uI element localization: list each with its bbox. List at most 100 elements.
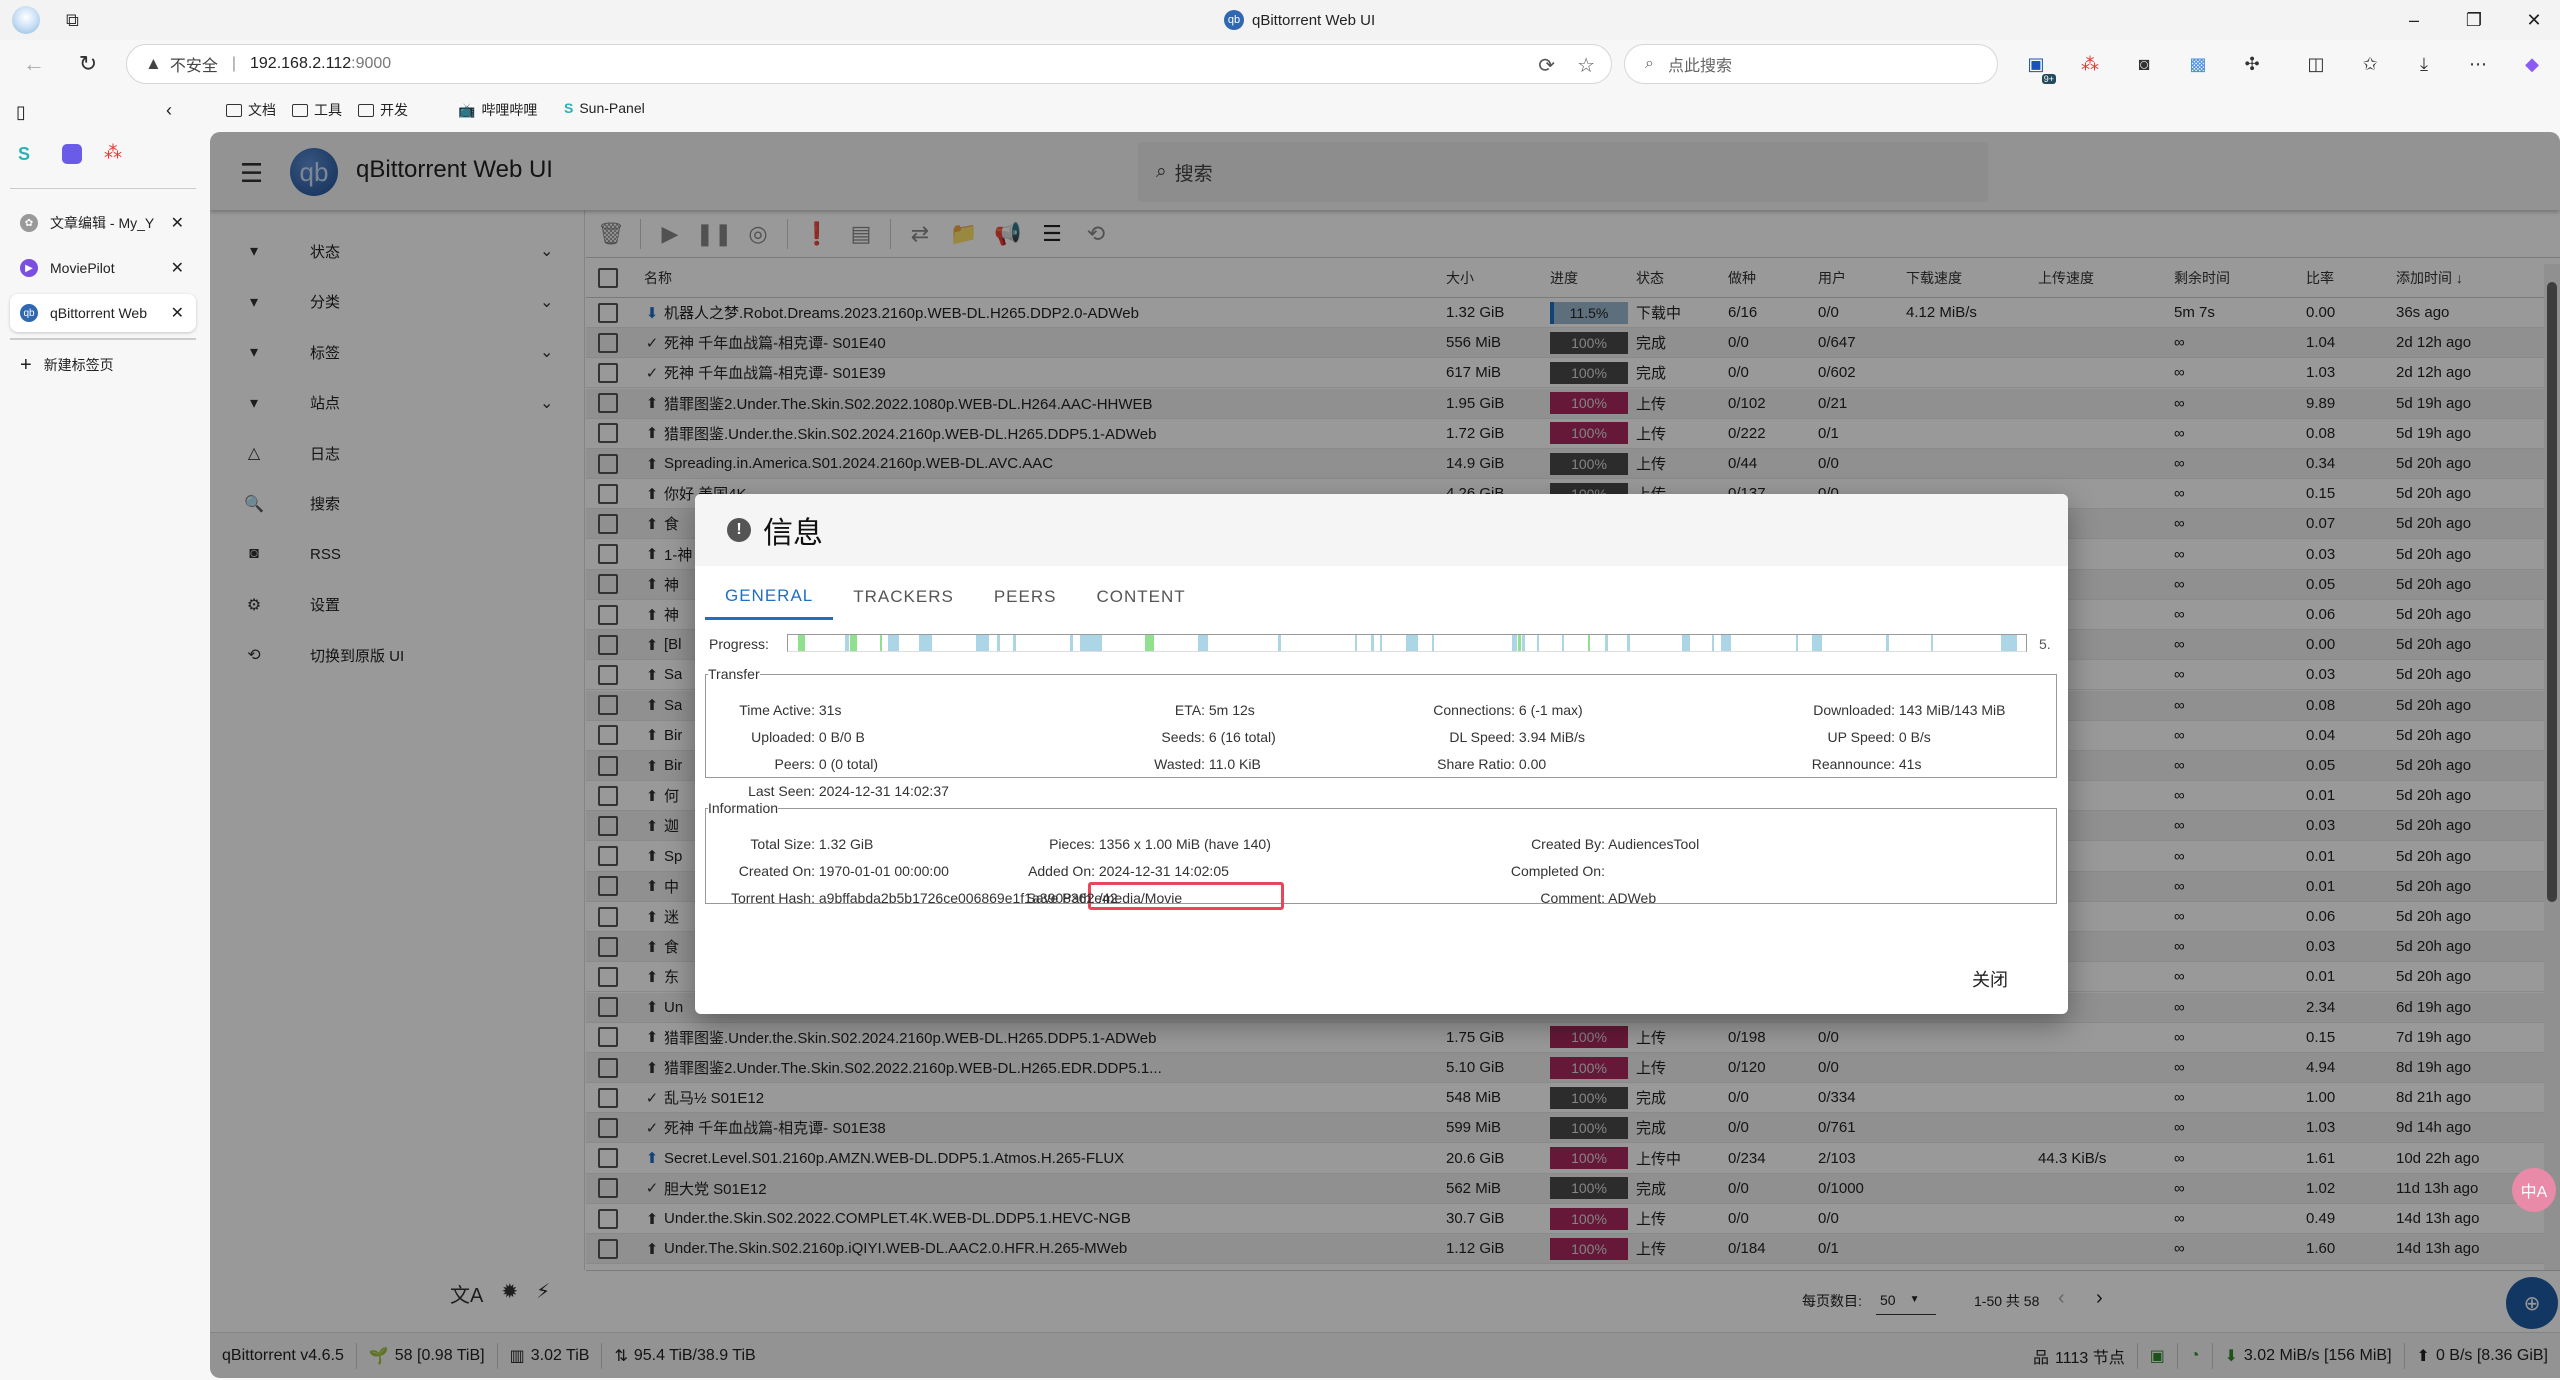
bookmark-label: 文档 <box>248 102 276 118</box>
collapse-sidebar-icon[interactable]: ‹ <box>166 100 172 121</box>
favorites-icon[interactable]: ✩ <box>2356 50 2384 78</box>
transfer-field: Time Active: 31s <box>715 702 841 718</box>
close-window-button[interactable]: ✕ <box>2514 6 2554 34</box>
refresh-button[interactable]: ↻ <box>72 48 104 80</box>
bookmark-bilibili[interactable]: 📺 哔哩哔哩 <box>458 100 537 120</box>
dialog-close-button[interactable]: 关闭 <box>1972 966 2008 992</box>
moviepilot-favicon-icon: ▶ <box>20 259 38 277</box>
tab-general[interactable]: GENERAL <box>705 574 834 620</box>
new-tab-button[interactable]: + 新建标签页 <box>10 346 196 384</box>
tab-label: 文章编辑 - My_Y <box>50 215 155 231</box>
bookmark-sunpanel[interactable]: S Sun-Panel <box>564 100 645 116</box>
extensions-puzzle-icon[interactable]: ✣ <box>2238 50 2266 78</box>
folder-icon <box>358 103 374 117</box>
window-title: qb qBittorrent Web UI <box>1224 10 1375 30</box>
bookmarks-bar: 文档 工具 开发 📺 哔哩哔哩 S Sun-Panel <box>208 88 2560 132</box>
pinned-sunpanel-icon[interactable]: S <box>18 144 30 165</box>
piece-segment <box>1278 635 1281 651</box>
extension-molecule-icon[interactable]: ⁂ <box>2076 50 2104 78</box>
field-label: Seeds: <box>1161 729 1205 745</box>
piece-segment <box>1721 635 1732 651</box>
browser-tab-article[interactable]: ✿ 文章编辑 - My_Y ✕ <box>10 204 196 242</box>
piece-segment <box>1144 635 1155 651</box>
pinned-molecule-icon[interactable]: ⁂ <box>104 142 122 163</box>
bilibili-icon: 📺 <box>458 101 476 118</box>
information-field: Created By: AudiencesTool <box>1435 836 1699 852</box>
field-label: Save Path: <box>1026 890 1096 906</box>
field-value: 2024-12-31 14:02:05 <box>1098 863 1229 879</box>
minimize-button[interactable]: – <box>2394 6 2434 34</box>
bookmark-tools[interactable]: 工具 <box>292 100 342 120</box>
piece-segment <box>1431 635 1435 651</box>
transfer-field: Downloaded: 143 MiB/143 MiB <box>1695 702 2005 718</box>
torrent-info-dialog: ! 信息 GENERAL TRACKERS PEERS CONTENT Prog… <box>695 494 2068 1014</box>
field-value: 5m 12s <box>1208 702 1255 718</box>
piece-segment <box>919 635 932 651</box>
field-label: Wasted: <box>1154 756 1205 772</box>
piece-segment <box>1512 635 1518 651</box>
field-label: ETA: <box>1174 702 1205 718</box>
piece-segment <box>1605 635 1608 651</box>
piece-segment <box>888 635 900 651</box>
progress-label: Progress: <box>709 636 769 652</box>
field-value: 1970-01-01 00:00:00 <box>818 863 949 879</box>
field-value: 1356 x 1.00 MiB (have 140) <box>1098 836 1271 852</box>
information-section: Information <box>705 800 2057 904</box>
field-value: 2024-12-31 14:02:37 <box>818 783 949 799</box>
favorite-star-icon[interactable]: ☆ <box>1577 53 1595 78</box>
dialog-title: 信息 <box>763 517 823 550</box>
read-aloud-icon[interactable]: ⟳ <box>1538 53 1555 78</box>
information-legend: Information <box>708 800 779 816</box>
sidebar-divider <box>10 338 196 340</box>
field-value: 41s <box>1898 756 1922 772</box>
field-label: Connections: <box>1433 702 1515 718</box>
downloads-icon[interactable]: ⤓ <box>2410 50 2438 78</box>
field-label: Pieces: <box>1049 836 1095 852</box>
restore-button[interactable]: ❐ <box>2454 6 2494 34</box>
extension-bitwarden-icon[interactable]: ▣ 9+ <box>2022 50 2056 84</box>
profile-avatar[interactable] <box>12 6 40 34</box>
vertical-tab-sidebar: ▯ ‹ S ⁂ ✿ 文章编辑 - My_Y ✕ ▶ MoviePilot ✕ q… <box>0 88 208 1380</box>
copilot-icon[interactable]: ◆ <box>2518 50 2546 78</box>
tab-content[interactable]: CONTENT <box>1076 574 1205 620</box>
information-field: Total Size: 1.32 GiB <box>715 836 873 852</box>
browser-tab-qbittorrent[interactable]: qb qBittorrent Web ✕ <box>10 294 196 332</box>
close-tab-icon[interactable]: ✕ <box>171 258 184 278</box>
field-value: AudiencesTool <box>1608 836 1700 852</box>
browser-tab-moviepilot[interactable]: ▶ MoviePilot ✕ <box>10 249 196 287</box>
address-bar[interactable]: ▲ 不安全 | 192.168.2.112 :9000 ⟳ ☆ <box>126 44 1612 84</box>
information-field: Created On: 1970-01-01 00:00:00 <box>715 863 949 879</box>
navigation-bar: ← ↻ ▲ 不安全 | 192.168.2.112 :9000 ⟳ ☆ ⌕ 点此… <box>0 40 2560 88</box>
transfer-field: Seeds: 6 (16 total) <box>945 729 1276 745</box>
tab-label: qBittorrent Web <box>50 305 148 321</box>
tab-peers[interactable]: PEERS <box>974 574 1077 620</box>
translate-bubble-icon[interactable]: 中A <box>2512 1168 2556 1212</box>
pieces-progress-bar <box>787 634 2027 652</box>
field-value: 3.94 MiB/s <box>1518 729 1586 745</box>
bookmark-docs[interactable]: 文档 <box>226 100 276 120</box>
information-field: Added On: 2024-12-31 14:02:05 <box>995 863 1229 879</box>
piece-segment <box>1536 635 1540 651</box>
split-screen-icon[interactable]: ◫ <box>2302 50 2330 78</box>
tab-actions-icon[interactable]: ⧉ <box>66 10 79 31</box>
warning-icon: ▲ <box>145 54 162 73</box>
field-label: Last Seen: <box>748 783 815 799</box>
piece-segment <box>844 635 849 651</box>
close-tab-icon[interactable]: ✕ <box>171 213 184 233</box>
extension-mask-icon[interactable]: ◙ <box>2130 50 2158 78</box>
browser-search-input[interactable]: ⌕ 点此搜索 <box>1624 44 1998 84</box>
close-tab-icon[interactable]: ✕ <box>171 303 184 323</box>
back-button[interactable]: ← <box>18 48 50 80</box>
field-value: 6 (16 total) <box>1208 729 1276 745</box>
field-label: DL Speed: <box>1449 729 1515 745</box>
piece-segment <box>1518 635 1521 651</box>
more-menu-icon[interactable]: ⋯ <box>2464 50 2492 78</box>
bookmark-dev[interactable]: 开发 <box>358 100 408 120</box>
sidebar-toggle-icon[interactable]: ▯ <box>16 102 26 123</box>
piece-segment <box>797 635 806 651</box>
transfer-field: Wasted: 11.0 KiB <box>945 756 1261 772</box>
extension-image-icon[interactable]: ▩ <box>2184 50 2212 78</box>
pinned-app-icon[interactable] <box>62 144 82 164</box>
tab-trackers[interactable]: TRACKERS <box>833 574 974 620</box>
information-field: Pieces: 1356 x 1.00 MiB (have 140) <box>995 836 1271 852</box>
